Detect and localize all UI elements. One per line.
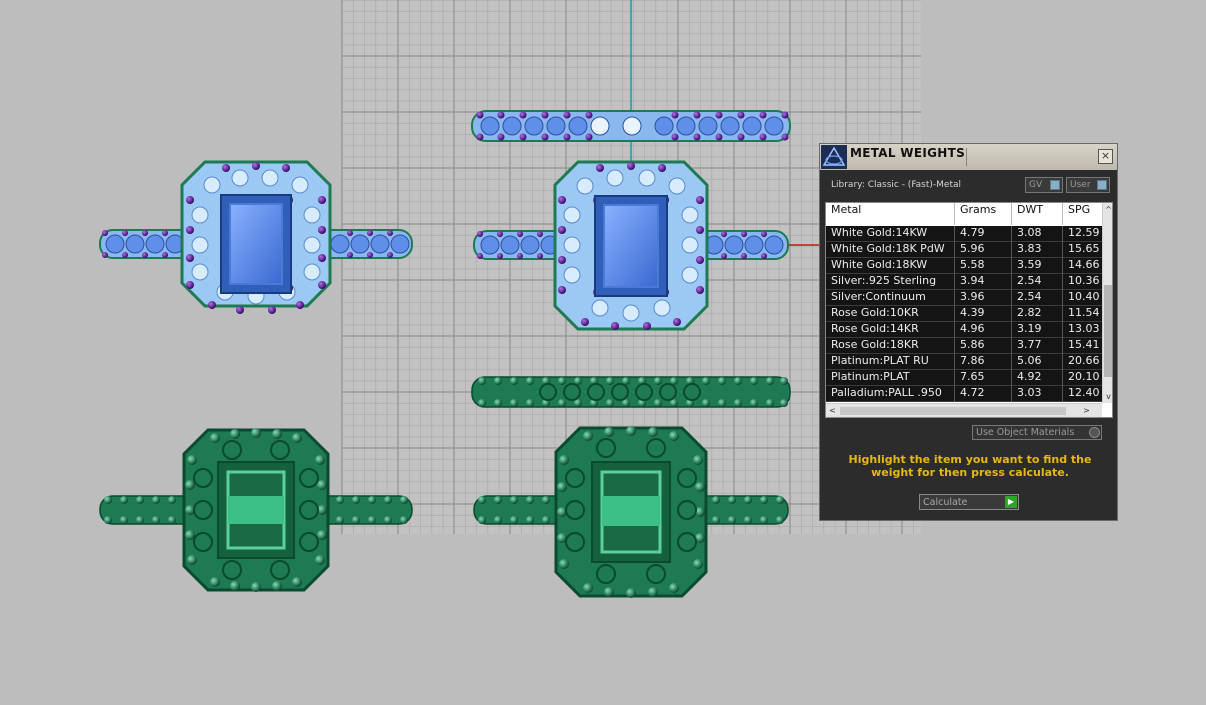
- cell-grams: 4.96: [955, 322, 1012, 338]
- library-label: Library: Classic - (Fast)-Metal: [831, 180, 962, 190]
- table-row[interactable]: Silver:Continuum 3.96 2.54 10.40: [826, 290, 1102, 306]
- cell-dwt: 2.54: [1012, 290, 1063, 306]
- cell-grams: 3.94: [955, 274, 1012, 290]
- panel-titlebar[interactable]: METAL WEIGHTS ×: [820, 144, 1117, 170]
- cell-grams: 7.86: [955, 354, 1012, 370]
- user-toggle-label: User: [1070, 180, 1091, 190]
- cell-spg: 12.59: [1068, 226, 1100, 239]
- metal-weights-table[interactable]: Metal Grams DWT SPG White Gold:14KW 4.79 3…: [825, 202, 1113, 418]
- calculate-label: Calculate: [923, 497, 968, 508]
- table-row[interactable]: White Gold:14KW 4.79 3.08 12.59: [826, 226, 1102, 242]
- scroll-left-icon[interactable]: <: [827, 405, 838, 416]
- cell-spg: 10.36: [1068, 274, 1100, 287]
- user-toggle[interactable]: User: [1066, 177, 1110, 193]
- use-object-materials-toggle[interactable]: Use Object Materials: [972, 425, 1102, 440]
- toggle-knob-icon: [1097, 180, 1107, 190]
- cell-spg: 15.41: [1068, 338, 1100, 351]
- close-icon[interactable]: ×: [1098, 149, 1113, 164]
- scroll-right-icon[interactable]: >: [1081, 405, 1092, 416]
- cell-grams: 4.79: [955, 226, 1012, 242]
- column-header-metal[interactable]: Metal: [826, 203, 955, 225]
- cell-metal: Silver:Continuum: [826, 290, 955, 306]
- cell-dwt: 3.77: [1012, 338, 1063, 354]
- cell-spg: 15.65: [1068, 242, 1100, 255]
- table-row[interactable]: Platinum:PLAT 7.65 4.92 20.10: [826, 370, 1102, 386]
- horizontal-scrollbar[interactable]: < >: [826, 403, 1102, 417]
- cell-spg: 13.03: [1068, 322, 1100, 335]
- table-row[interactable]: Palladium:PALL .950 4.72 3.03 12.40: [826, 386, 1102, 402]
- cell-metal: Platinum:PLAT RU: [826, 354, 955, 370]
- toggle-knob-icon: [1050, 180, 1060, 190]
- column-header-spg[interactable]: SPG: [1063, 203, 1102, 225]
- cell-grams: 7.65: [955, 370, 1012, 386]
- table-row[interactable]: White Gold:18K PdW 5.96 3.83 15.65: [826, 242, 1102, 258]
- table-body: White Gold:14KW 4.79 3.08 12.59 White Gold:…: [826, 226, 1102, 402]
- ring-top-center-rendered[interactable]: [471, 110, 791, 142]
- cell-metal: Rose Gold:14KR: [826, 322, 955, 338]
- instructions-text: Highlight the item you want to find the …: [848, 453, 1092, 479]
- gv-toggle[interactable]: GV: [1025, 177, 1063, 193]
- cell-metal: White Gold:18KW: [826, 258, 955, 274]
- cell-dwt: 3.19: [1012, 322, 1063, 338]
- cell-dwt: 5.06: [1012, 354, 1063, 370]
- cell-dwt: 3.08: [1012, 226, 1063, 242]
- cell-grams: 4.72: [955, 386, 1012, 402]
- cell-dwt: 3.03: [1012, 386, 1063, 402]
- cell-grams: 5.86: [955, 338, 1012, 354]
- gv-toggle-label: GV: [1029, 180, 1043, 190]
- column-header-dwt[interactable]: DWT: [1012, 203, 1063, 225]
- use-object-materials-label: Use Object Materials: [976, 427, 1075, 438]
- cell-metal: Rose Gold:18KR: [826, 338, 955, 354]
- cell-metal: White Gold:14KW: [826, 226, 955, 242]
- ring-band-green[interactable]: [471, 376, 791, 408]
- cell-grams: 5.58: [955, 258, 1012, 274]
- radio-icon: [1089, 427, 1100, 438]
- cell-spg: 14.66: [1068, 258, 1100, 271]
- scroll-down-icon[interactable]: v: [1104, 391, 1112, 402]
- table-row[interactable]: Platinum:PLAT RU 7.86 5.06 20.66: [826, 354, 1102, 370]
- table-row[interactable]: Silver:.925 Sterling 3.94 2.54 10.36: [826, 274, 1102, 290]
- table-row[interactable]: White Gold:18KW 5.58 3.59 14.66: [826, 258, 1102, 274]
- title-separator: [966, 148, 967, 166]
- play-arrow-icon: ▶: [1005, 496, 1017, 508]
- panel-title: METAL WEIGHTS: [850, 146, 966, 160]
- cell-spg: 20.10: [1068, 370, 1100, 383]
- cell-spg: 12.40: [1068, 386, 1100, 399]
- cell-grams: 3.96: [955, 290, 1012, 306]
- cell-dwt: 4.92: [1012, 370, 1063, 386]
- cell-dwt: 3.59: [1012, 258, 1063, 274]
- cell-metal: White Gold:18K PdW: [826, 242, 955, 258]
- cell-spg: 20.66: [1068, 354, 1100, 367]
- scroll-up-icon[interactable]: ^: [1104, 204, 1112, 215]
- cell-dwt: 3.83: [1012, 242, 1063, 258]
- app-logo-icon: [821, 145, 847, 169]
- cell-metal: Platinum:PLAT: [826, 370, 955, 386]
- cell-spg: 11.54: [1068, 306, 1100, 319]
- metal-weights-panel: METAL WEIGHTS × Library: Classic - (Fast…: [819, 143, 1118, 521]
- column-header-grams[interactable]: Grams: [955, 203, 1012, 225]
- cell-grams: 4.39: [955, 306, 1012, 322]
- cell-metal: Rose Gold:10KR: [826, 306, 955, 322]
- cell-dwt: 2.54: [1012, 274, 1063, 290]
- table-header: Metal Grams DWT SPG: [826, 203, 1102, 225]
- cell-spg: 10.40: [1068, 290, 1100, 303]
- calculate-button[interactable]: Calculate ▶: [919, 494, 1019, 510]
- table-row[interactable]: Rose Gold:18KR 5.86 3.77 15.41: [826, 338, 1102, 354]
- cell-grams: 5.96: [955, 242, 1012, 258]
- table-row[interactable]: Rose Gold:14KR 4.96 3.19 13.03: [826, 322, 1102, 338]
- cell-metal: Palladium:PALL .950: [826, 386, 955, 402]
- table-row[interactable]: Rose Gold:10KR 4.39 2.82 11.54: [826, 306, 1102, 322]
- scroll-thumb[interactable]: [1104, 285, 1112, 377]
- vertical-scrollbar[interactable]: ^ v: [1102, 203, 1112, 403]
- cell-dwt: 2.82: [1012, 306, 1063, 322]
- scroll-thumb[interactable]: [840, 407, 1066, 415]
- cell-metal: Silver:.925 Sterling: [826, 274, 955, 290]
